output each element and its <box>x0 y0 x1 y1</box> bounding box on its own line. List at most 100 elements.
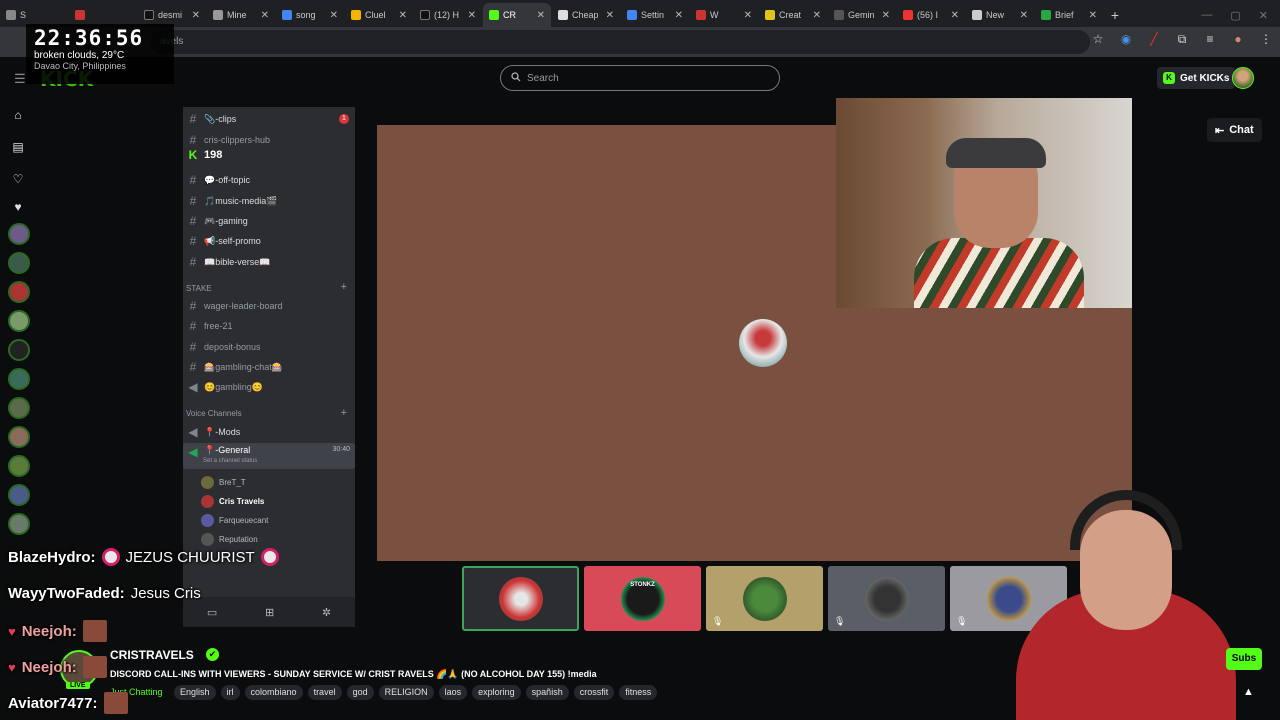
channel-item[interactable]: # 🎰gambling-chat🎰 <box>183 358 355 376</box>
close-tab-icon[interactable]: ✕ <box>399 10 407 21</box>
set-channel-status[interactable]: Set a channel status <box>203 458 257 464</box>
new-tab-button[interactable]: + <box>1104 3 1126 27</box>
address-bar[interactable]: avels <box>150 30 1090 54</box>
media-control-icon[interactable]: ≡ <box>1202 32 1218 47</box>
channel-item[interactable]: # 🎮-gaming <box>183 212 355 230</box>
category-header[interactable]: STAKE <box>186 284 212 293</box>
browser-tab[interactable]: W ✕ <box>690 3 758 27</box>
close-tab-icon[interactable]: ✕ <box>606 10 614 21</box>
browser-tab-active[interactable]: CR ✕ <box>483 3 551 27</box>
browse-icon[interactable]: ▤ <box>10 139 26 155</box>
participant-tile[interactable]: STONKZ <box>584 566 701 631</box>
soundboard-icon[interactable]: ✲ <box>322 606 331 619</box>
search-input[interactable]: Search <box>500 65 780 91</box>
browser-tab[interactable]: Creat ✕ <box>759 3 827 27</box>
followed-channel-avatar[interactable] <box>8 426 30 448</box>
tag-chip[interactable]: RELIGION <box>378 685 434 700</box>
browser-tab[interactable]: song ✕ <box>276 3 344 27</box>
close-tab-icon[interactable]: ✕ <box>537 10 545 21</box>
channel-item[interactable]: # 📖bible-verse📖 <box>183 253 355 271</box>
subs-button[interactable]: Subs <box>1226 648 1262 670</box>
voice-user[interactable]: Reputation <box>201 531 258 547</box>
channel-item[interactable]: # 📎-clips 1 <box>183 110 355 128</box>
followed-channel-avatar[interactable] <box>8 397 30 419</box>
channel-item[interactable]: # deposit-bonus <box>183 338 355 356</box>
channel-item[interactable]: # 🎵music-media🎬 <box>183 192 355 210</box>
voice-user[interactable]: Farqueuecant <box>201 512 268 528</box>
followed-channel-avatar[interactable] <box>8 252 30 274</box>
browser-tab[interactable]: Brief ✕ <box>1035 3 1103 27</box>
followed-channel-avatar[interactable] <box>8 368 30 390</box>
user-avatar[interactable] <box>1232 67 1254 89</box>
channel-item[interactable]: # 💬-off-topic <box>183 171 355 189</box>
browser-tab[interactable]: Gemin ✕ <box>828 3 896 27</box>
close-tab-icon[interactable]: ✕ <box>882 10 890 21</box>
tag-chip[interactable]: fitness <box>619 685 658 700</box>
browser-tab[interactable]: Cluel ✕ <box>345 3 413 27</box>
followed-channel-avatar[interactable] <box>8 339 30 361</box>
close-tab-icon[interactable]: ✕ <box>261 10 269 21</box>
browser-tab[interactable]: Cheap ✕ <box>552 3 620 27</box>
channel-item[interactable]: # free-21 <box>183 317 355 335</box>
close-tab-icon[interactable]: ✕ <box>1020 10 1028 21</box>
close-tab-icon[interactable]: ✕ <box>468 10 476 21</box>
close-tab-icon[interactable]: ✕ <box>744 10 752 21</box>
following-heart-icon[interactable]: ♡ <box>10 171 26 187</box>
tag-chip[interactable]: exploring <box>472 685 521 700</box>
streamer-name[interactable]: CRISTRAVELS <box>110 648 194 662</box>
tag-chip[interactable]: laos <box>438 685 468 700</box>
close-window-icon[interactable]: ✕ <box>1259 9 1268 22</box>
tag-chip[interactable]: spañish <box>525 685 569 700</box>
add-channel-icon[interactable]: + <box>341 407 347 419</box>
add-channel-icon[interactable]: + <box>341 281 347 293</box>
close-tab-icon[interactable]: ✕ <box>192 10 200 21</box>
browser-tab[interactable]: (56) I ✕ <box>897 3 965 27</box>
voice-user[interactable]: Cris Travels <box>201 493 264 509</box>
followed-channel-avatar[interactable] <box>8 513 30 535</box>
tag-chip[interactable]: colombiano <box>244 685 303 700</box>
browser-tab[interactable]: Settin ✕ <box>621 3 689 27</box>
browser-tab[interactable]: New ✕ <box>966 3 1034 27</box>
tag-chip[interactable]: travel <box>307 685 342 700</box>
followed-channel-avatar[interactable] <box>8 455 30 477</box>
extensions-puzzle-icon[interactable]: ⧉ <box>1174 32 1190 47</box>
browser-tab[interactable]: (12) H ✕ <box>414 3 482 27</box>
home-icon[interactable]: ⌂ <box>10 107 26 123</box>
followed-channel-avatar[interactable] <box>8 281 30 303</box>
channel-item[interactable]: # 📢-self-promo <box>183 232 355 250</box>
voice-channel-item-selected[interactable]: ◀ 📍-General 30:40 Set a channel status <box>183 443 355 469</box>
close-tab-icon[interactable]: ✕ <box>330 10 338 21</box>
bookmark-star-icon[interactable]: ☆ <box>1090 32 1106 47</box>
participant-tile[interactable]: 🎙 <box>828 566 945 631</box>
tag-chip[interactable]: crossfit <box>573 685 615 700</box>
followed-channel-avatar[interactable] <box>8 223 30 245</box>
extension-icon[interactable]: ╱ <box>1146 32 1162 47</box>
close-tab-icon[interactable]: ✕ <box>675 10 683 21</box>
followed-channel-avatar[interactable] <box>8 310 30 332</box>
tag-chip[interactable]: irl <box>220 685 240 700</box>
close-tab-icon[interactable]: ✕ <box>813 10 821 21</box>
minimize-icon[interactable]: — <box>1201 9 1212 21</box>
participant-tile[interactable] <box>462 566 579 631</box>
menu-icon[interactable]: ☰ <box>14 71 26 87</box>
tag-chip[interactable]: English <box>174 685 216 700</box>
get-kicks-button[interactable]: K Get KICKs <box>1157 67 1236 89</box>
tag-chip[interactable]: god <box>346 685 374 700</box>
warning-icon[interactable]: ▲ <box>1243 686 1254 698</box>
voice-user[interactable]: BreT_T <box>201 474 246 490</box>
close-tab-icon[interactable]: ✕ <box>1089 10 1097 21</box>
activities-icon[interactable]: ⊞ <box>265 606 274 619</box>
followed-channel-avatar[interactable] <box>8 484 30 506</box>
chat-toggle-button[interactable]: ⇤ Chat <box>1207 118 1262 142</box>
maximize-icon[interactable]: ▢ <box>1230 9 1240 22</box>
profile-avatar-icon[interactable]: ● <box>1230 32 1246 47</box>
favorites-heart-icon[interactable]: ♥ <box>10 199 26 215</box>
extension-icon[interactable]: ◉ <box>1118 32 1134 47</box>
voice-channel-item[interactable]: ◀ 📍-Mods <box>183 423 355 441</box>
participant-tile[interactable]: 🎙 <box>706 566 823 631</box>
browser-menu-icon[interactable]: ⋮ <box>1258 32 1274 47</box>
channel-item[interactable]: # wager-leader-board <box>183 297 355 315</box>
category-header[interactable]: Voice Channels <box>186 409 242 418</box>
browser-tab[interactable]: Mine ✕ <box>207 3 275 27</box>
screen-share-icon[interactable]: ▭ <box>207 606 217 619</box>
